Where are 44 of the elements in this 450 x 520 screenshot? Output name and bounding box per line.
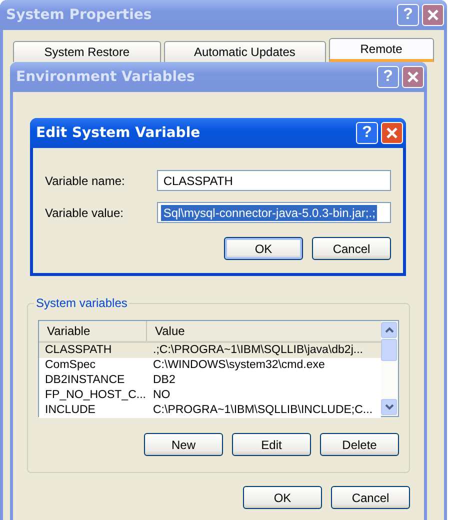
list-action-button[interactable]: Delete [320,433,399,456]
dialog-button[interactable]: Cancel [331,486,410,509]
dialog-button[interactable]: OK [224,237,303,260]
variable-cell-text: ComSpec [44,358,96,373]
scroll-down-button[interactable] [381,399,397,415]
field-label: Variable value: [45,206,124,220]
variables-list[interactable]: Variable Value CLASSPATH .;C:\PROGRA~1\IBM\SQLLIB\java\db2j... ComSpec C:\WINDOWS\system32\cmd.exe DB2INSTANCE DB2 FP_NO_HOST_C... NO INCLUDE C:\PROGRA~1\IBM\SQLLIB\INCLUDE;C... [38,320,399,417]
tab[interactable]: System Restore [13,41,161,62]
variable-cell-text: CLASSPATH [44,343,113,358]
window-title: Environment Variables [16,69,196,85]
value-cell-text: DB2 [152,373,176,388]
close-icon [386,127,398,139]
tab[interactable]: Remote [328,38,434,62]
close-icon [427,9,439,21]
close-button[interactable] [402,66,424,88]
tab[interactable]: Automatic Updates [164,41,326,62]
variable-cell-text: INCLUDE [44,403,96,418]
value-cell-text: C:\WINDOWS\system32\cmd.exe [152,358,326,373]
scroll-up-button[interactable] [381,322,397,338]
variable-cell-text: DB2INSTANCE [44,373,126,388]
close-button[interactable] [422,4,444,26]
text-field[interactable]: CLASSPATH [157,170,391,191]
dialog-button[interactable]: OK [243,486,322,509]
scroll-thumb[interactable] [381,339,397,361]
group-label: System variables [34,296,130,310]
column-header[interactable]: Value [147,321,381,341]
column-header[interactable]: Variable [39,321,147,341]
window-title: Edit System Variable [36,125,202,141]
value-cell-text: C:\PROGRA~1\IBM\SQLLIB\INCLUDE;C... [152,403,374,418]
list-action-button[interactable]: New [144,433,223,456]
help-button[interactable]: ? [356,122,378,144]
dialog-button[interactable]: Cancel [312,237,391,260]
close-button[interactable] [381,122,403,144]
list-row[interactable]: CLASSPATH .;C:\PROGRA~1\IBM\SQLLIB\java\db2j... [39,343,381,358]
window-title: System Properties [6,7,153,23]
close-icon [407,71,419,83]
text-field[interactable]: Sql\mysql-connector-java-5.0.3-bin.jar;.; [157,202,391,223]
list-action-button[interactable]: Edit [232,433,311,456]
value-cell-text: .;C:\PROGRA~1\IBM\SQLLIB\java\db2j... [152,343,364,358]
value-cell-text: NO [152,388,172,403]
scrollbar[interactable] [381,321,398,416]
list-row[interactable]: INCLUDE C:\PROGRA~1\IBM\SQLLIB\INCLUDE;C... [39,403,381,418]
field-label: Variable name: [45,174,126,188]
variable-cell-text: FP_NO_HOST_C... [44,388,147,403]
